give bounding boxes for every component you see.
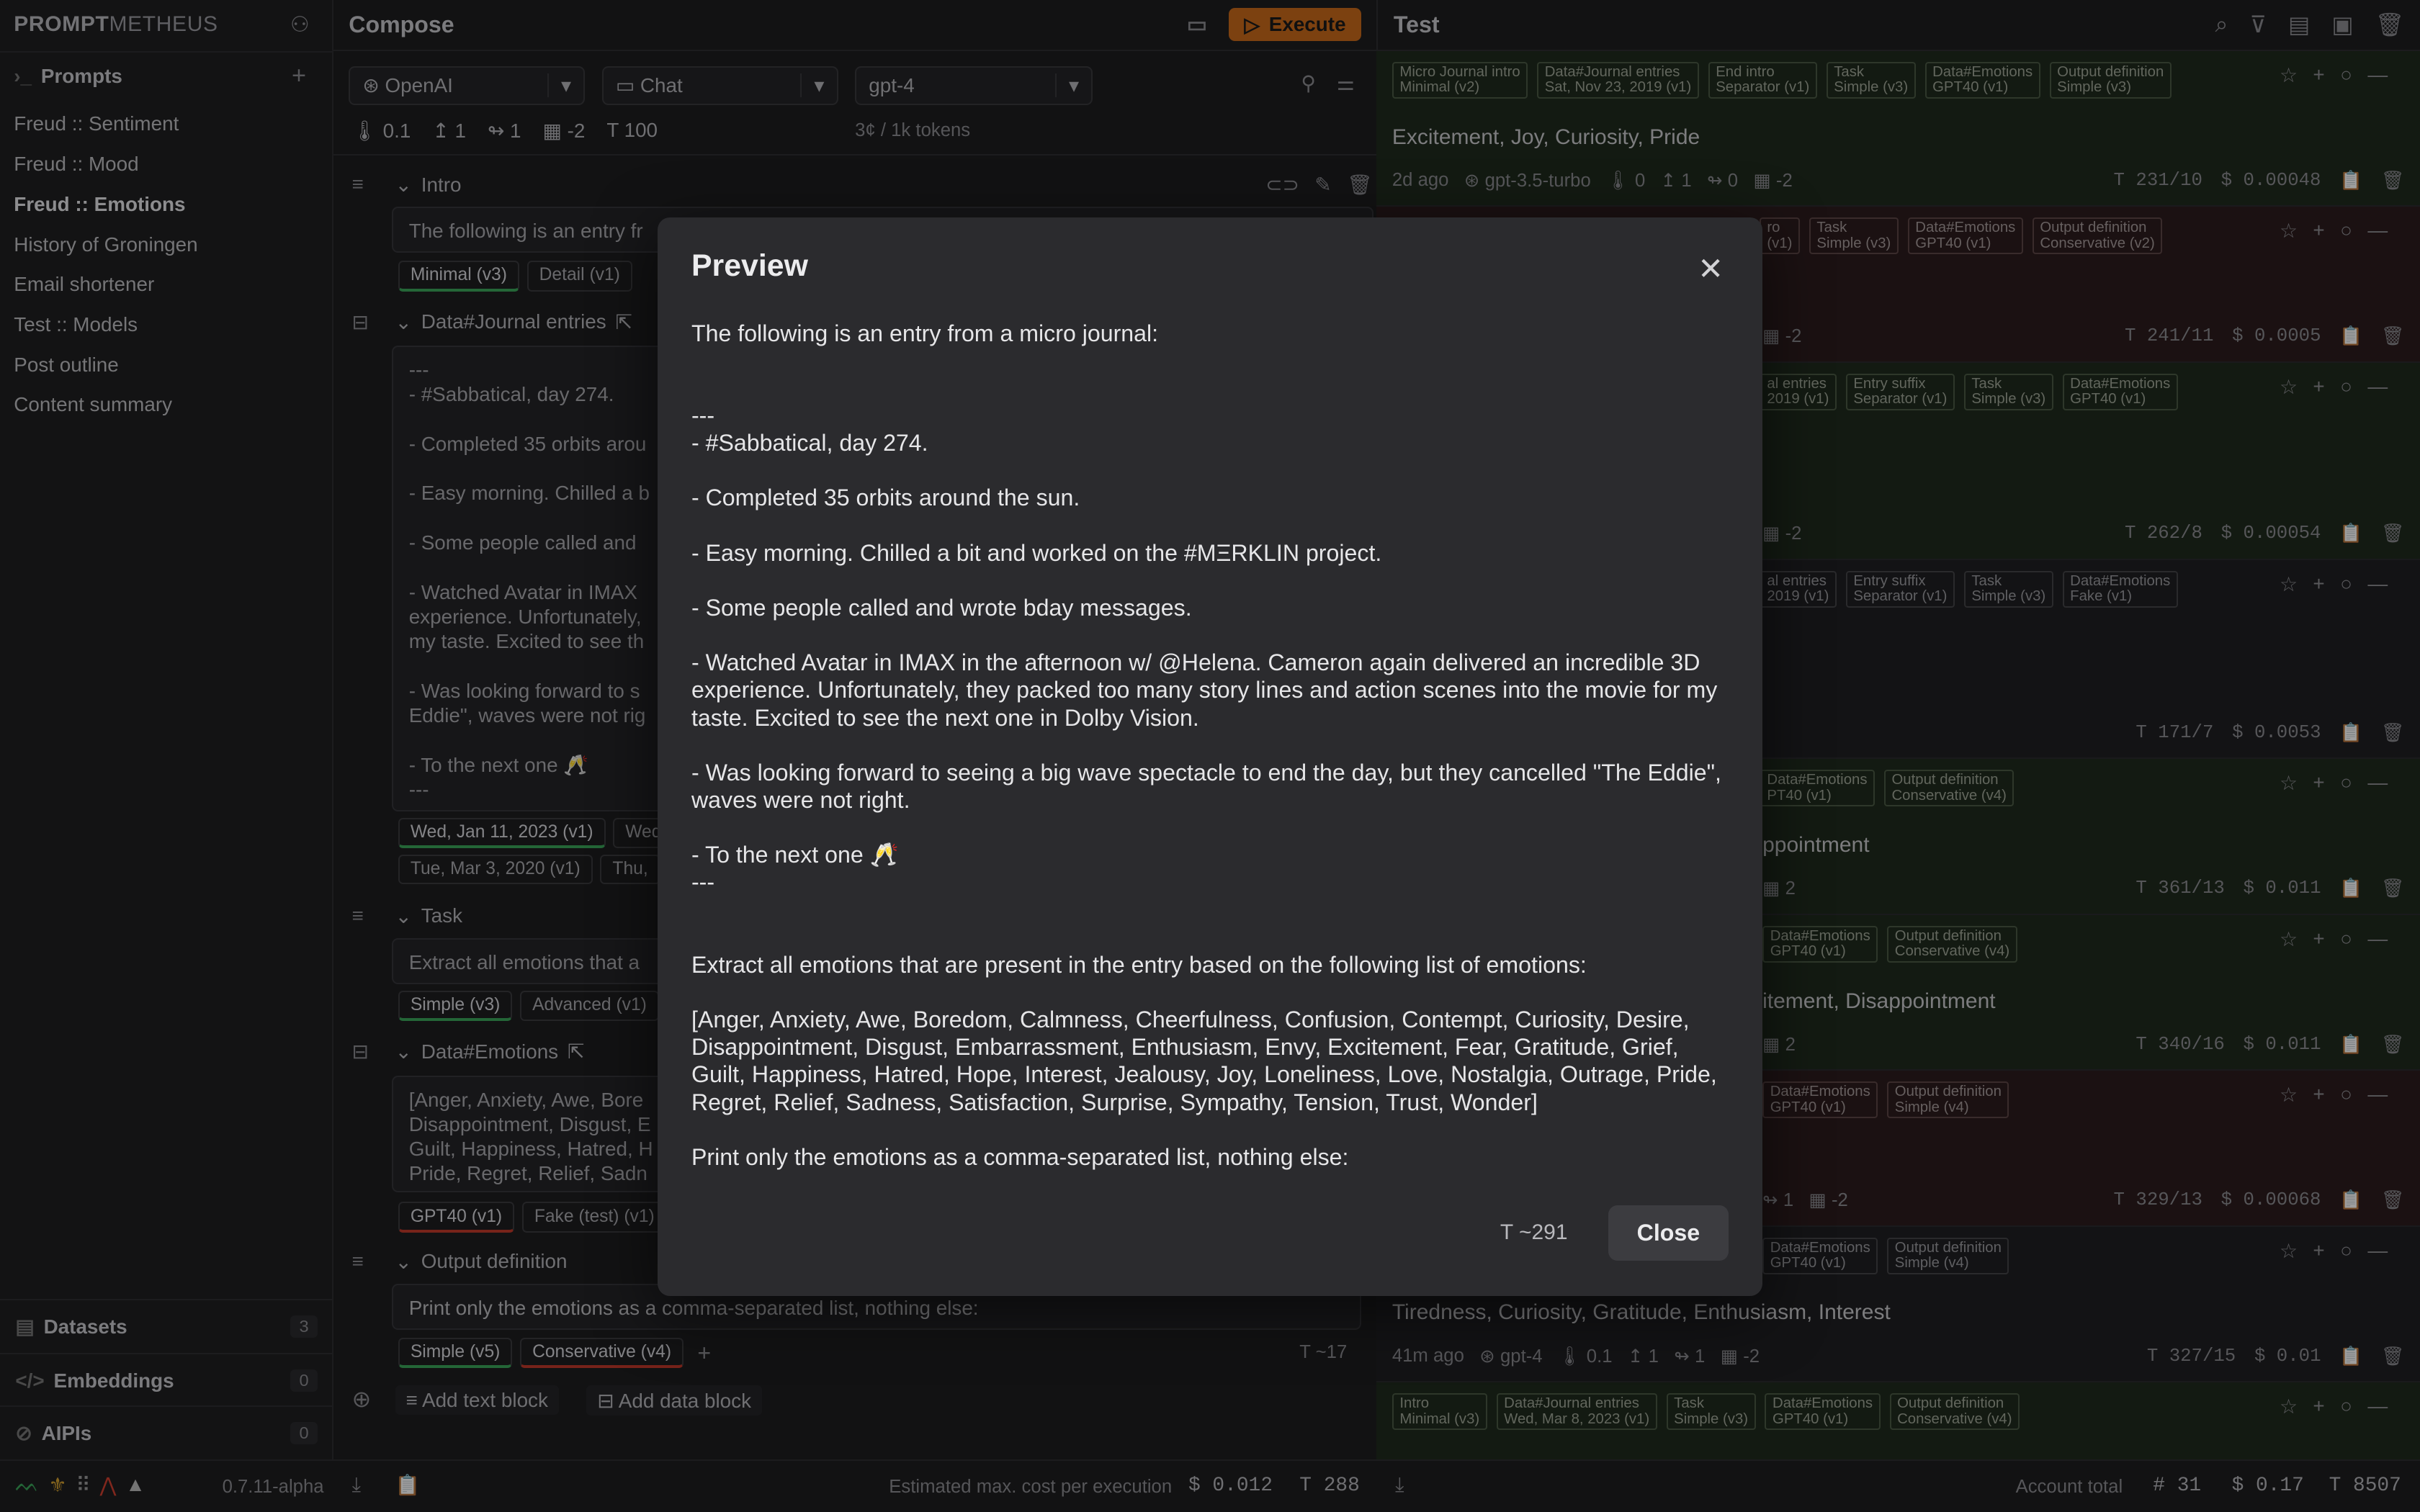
close-button[interactable]: Close [1608, 1205, 1729, 1261]
close-icon[interactable]: ✕ [1698, 251, 1724, 287]
preview-line: Print only the emotions as a comma-separ… [691, 1143, 1349, 1170]
preview-modal: Preview ✕ The following is an entry from… [657, 217, 1763, 1296]
preview-line: - To the next one 🥂 [691, 842, 899, 868]
preview-line [691, 732, 1729, 759]
preview-line [691, 347, 1729, 374]
preview-line [691, 374, 1729, 402]
app-root: PROMPTMETHEUS ⚇ ›_ Prompts + Freud :: Sen… [0, 0, 2420, 1512]
modal-title: Preview [691, 248, 808, 283]
preview-line: - #Sabbatical, day 274. [691, 430, 928, 456]
preview-line [691, 924, 1729, 951]
preview-line: Extract all emotions that are present in… [691, 951, 1587, 978]
preview-line [691, 621, 1729, 649]
preview-content: The following is an entry from a micro j… [691, 320, 1729, 1171]
preview-line [691, 1116, 1729, 1143]
preview-line: - Watched Avatar in IMAX in the afternoo… [691, 649, 1718, 731]
preview-token-count: T ~291 [1500, 1220, 1568, 1244]
preview-line: [Anger, Anxiety, Awe, Boredom, Calmness,… [691, 1007, 1717, 1115]
preview-line [691, 896, 1729, 924]
preview-line: - Easy morning. Chilled a bit and worked… [691, 539, 1382, 566]
preview-line: - Completed 35 orbits around the sun. [691, 485, 1080, 511]
preview-line: --- [691, 402, 715, 428]
preview-line: The following is an entry from a micro j… [691, 320, 1159, 346]
preview-line [691, 512, 1729, 539]
preview-line [691, 814, 1729, 841]
preview-line [691, 567, 1729, 594]
preview-line [691, 978, 1729, 1006]
preview-line [691, 456, 1729, 484]
preview-line: --- [691, 869, 715, 896]
preview-line: - Was looking forward to seeing a big wa… [691, 759, 1721, 813]
preview-line: - Some people called and wrote bday mess… [691, 594, 1192, 621]
